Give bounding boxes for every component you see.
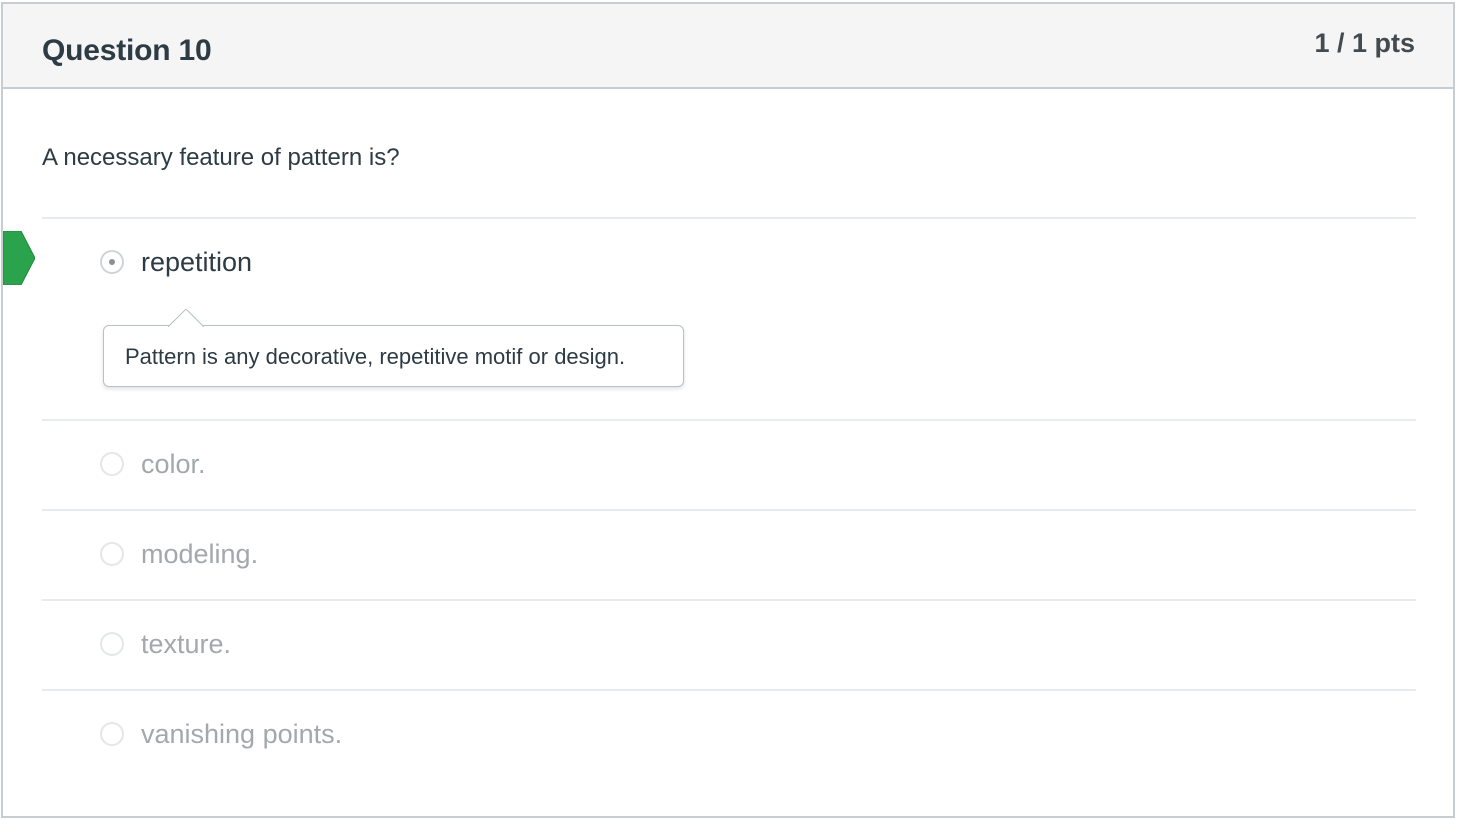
answer-row[interactable]: modeling. (42, 509, 1416, 599)
radio-empty-icon[interactable] (100, 632, 124, 656)
question-points: 1 / 1 pts (1314, 28, 1415, 58)
question-card: Question 10 1 / 1 pts A necessary featur… (1, 2, 1455, 818)
answer-row[interactable]: texture. (42, 599, 1416, 689)
answer-row[interactable]: color. (42, 419, 1416, 509)
answer-label: color. (141, 449, 206, 479)
answer-label: texture. (141, 629, 232, 659)
question-header: Question 10 1 / 1 pts (3, 4, 1453, 89)
radio-empty-icon[interactable] (100, 542, 124, 566)
answer-comment-text: Pattern is any decorative, repetitive mo… (125, 344, 626, 369)
radio-empty-icon[interactable] (100, 722, 124, 746)
answer-row-correct-selected[interactable]: repetition Pattern is any decorative, re… (3, 217, 1416, 419)
answer-comment: Pattern is any decorative, repetitive mo… (103, 309, 684, 387)
correct-answer-arrow-icon (3, 231, 35, 285)
question-title: Question 10 (42, 34, 212, 67)
answer-label: vanishing points. (141, 719, 343, 749)
comment-pointer-icon (168, 309, 204, 327)
question-text: A necessary feature of pattern is? (42, 144, 400, 171)
radio-empty-icon[interactable] (100, 452, 124, 476)
answer-label: repetition (141, 247, 253, 277)
answer-list: repetition Pattern is any decorative, re… (3, 217, 1416, 779)
answer-row[interactable]: vanishing points. (42, 689, 1416, 779)
answer-label: modeling. (141, 539, 259, 569)
radio-selected-icon[interactable] (100, 250, 124, 274)
